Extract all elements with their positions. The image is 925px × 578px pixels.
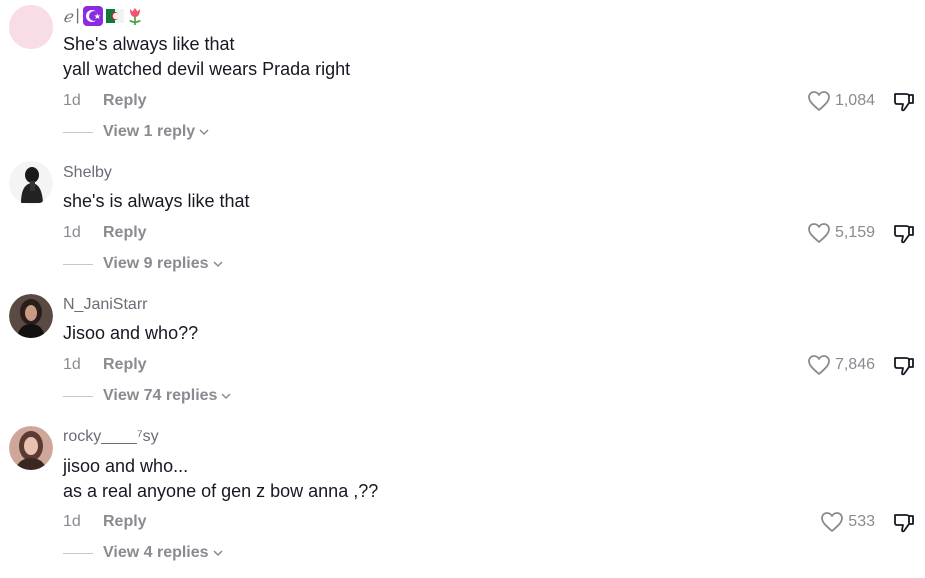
comment-username[interactable]: Shelby [63,164,112,182]
comment-username[interactable]: rocky____⁷sy [63,428,159,446]
like-button[interactable]: 7,846 [807,354,875,376]
reply-button[interactable]: Reply [103,92,147,110]
view-replies-label: View 1 reply [103,123,196,140]
comment-date: 1d [63,224,81,241]
comment-meta: 1d Reply [63,356,147,374]
reply-button[interactable]: Reply [103,513,147,531]
avatar[interactable] [9,294,53,338]
comment-text-line: jisoo and who... [63,456,189,476]
like-count: 1,084 [834,92,875,109]
divider [63,395,93,397]
view-replies-button[interactable]: View 74 replies [63,387,232,405]
heart-icon [807,222,831,244]
algeria-flag-icon [105,9,124,23]
reply-button[interactable]: Reply [103,224,147,242]
heart-icon [807,90,831,112]
comment-text-line: she's is always like that [63,191,250,211]
comment-text-line: as a real anyone of gen z bow anna ,?? [63,481,379,501]
view-replies-label: View 4 replies [103,544,209,561]
reply-button[interactable]: Reply [103,356,147,374]
divider [63,263,93,265]
comment-date: 1d [63,356,81,373]
view-replies-label: View 74 replies [103,387,218,404]
comment-text-line: Jisoo and who?? [63,323,199,343]
view-replies-button[interactable]: View 9 replies [63,255,224,273]
comment-text-line: yall watched devil wears Prada right [63,59,351,79]
avatar[interactable] [9,426,53,470]
chevron-down-icon [220,390,232,402]
like-button[interactable]: 5,159 [807,222,875,244]
dislike-button[interactable] [892,90,916,119]
comment-username[interactable]: N_JaniStarr [63,296,147,314]
comment-meta: 1d Reply [63,224,147,242]
view-replies-button[interactable]: View 4 replies [63,544,224,562]
thumbs-down-icon [892,354,916,383]
crescent-moon-icon [82,6,103,26]
like-count: 5,159 [834,224,875,241]
view-replies-label: View 9 replies [103,255,209,272]
avatar[interactable] [9,161,53,205]
dislike-button[interactable] [892,222,916,251]
username-text: ℯ [63,6,73,26]
view-replies-button[interactable]: View 1 reply [63,123,210,141]
heart-icon [820,511,844,533]
like-count: 533 [848,513,875,530]
comment-username[interactable]: ℯ | [63,6,143,26]
thumbs-down-icon [892,222,916,251]
thumbs-down-icon [892,90,916,119]
avatar[interactable] [9,5,53,49]
thumbs-down-icon [892,511,916,540]
chevron-down-icon [198,126,210,138]
dislike-button[interactable] [892,354,916,383]
divider [63,131,93,133]
comment-text-line: She's always like that [63,34,235,54]
heart-icon [807,354,831,376]
comment-date: 1d [63,92,81,109]
comment-meta: 1d Reply [63,92,147,110]
like-button[interactable]: 533 [820,511,875,533]
comment-meta: 1d Reply [63,513,147,531]
tulip-icon [127,6,143,26]
separator: | [75,7,80,24]
like-count: 7,846 [834,356,875,373]
comment-date: 1d [63,513,81,530]
like-button[interactable]: 1,084 [807,90,875,112]
chevron-down-icon [212,258,224,270]
chevron-down-icon [212,547,224,559]
dislike-button[interactable] [892,511,916,540]
divider [63,552,93,554]
